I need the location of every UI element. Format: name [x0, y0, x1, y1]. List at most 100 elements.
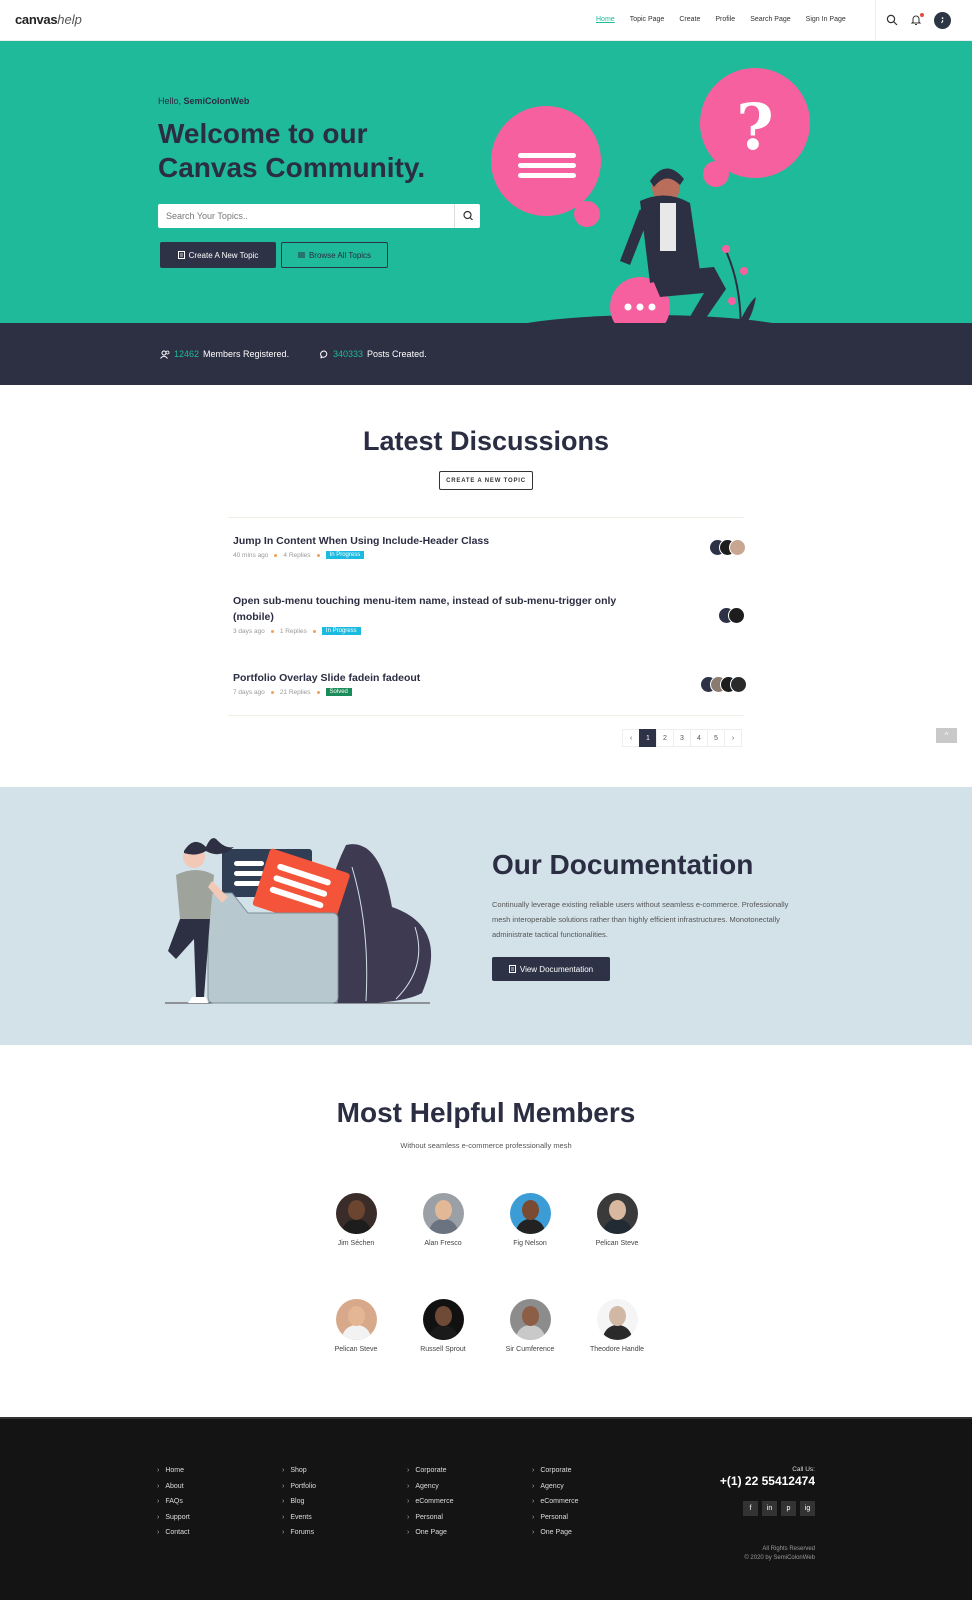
topic-title[interactable]: Jump In Content When Using Include-Heade… [233, 533, 653, 549]
create-topic-label: Create A New Topic [188, 250, 259, 260]
avatar[interactable] [335, 1299, 377, 1340]
nav-home[interactable]: Home [596, 16, 615, 23]
topic-title[interactable]: Open sub-menu touching menu-item name, i… [233, 593, 653, 625]
topic-item[interactable]: Open sub-menu touching menu-item name, i… [233, 593, 653, 635]
document-icon [508, 965, 516, 973]
topic-meta: 3 days ago 1 Replies In Progress [233, 627, 653, 635]
footer-link[interactable]: Corporate [532, 1463, 578, 1479]
member-card[interactable]: Jim Séchen [311, 1193, 401, 1247]
footer-link[interactable]: Shop [282, 1463, 316, 1479]
topic-item[interactable]: Portfolio Overlay Slide fadein fadeout 7… [233, 670, 653, 696]
footer-link[interactable]: Portfolio [282, 1479, 316, 1495]
member-name[interactable]: Sir Cumference [485, 1346, 575, 1353]
nav-profile[interactable]: Profile [715, 16, 735, 23]
avatar[interactable] [730, 676, 747, 693]
footer-link[interactable]: Home [157, 1463, 190, 1479]
browse-topics-button[interactable]: Browse All Topics [281, 242, 388, 268]
topic-meta: 7 days ago 21 Replies Solved [233, 688, 653, 696]
footer-link[interactable]: Support [157, 1510, 190, 1526]
discussions-title: Latest Discussions [362, 426, 610, 456]
footer-link[interactable]: One Page [532, 1525, 578, 1541]
members-count: 12462 [174, 349, 200, 359]
topic-item[interactable]: Jump In Content When Using Include-Heade… [233, 533, 653, 559]
member-name[interactable]: Pelican Steve [572, 1240, 662, 1247]
member-card[interactable]: Russell Sprout [398, 1299, 488, 1353]
nav-search-page[interactable]: Search Page [750, 16, 790, 23]
scroll-to-top-button[interactable]: ^ [936, 728, 957, 743]
create-new-topic-button[interactable]: CREATE A NEW TOPIC [439, 471, 533, 490]
paypal-icon[interactable]: p [781, 1501, 796, 1516]
member-name[interactable]: Theodore Handle [572, 1346, 662, 1353]
delicious-icon[interactable]: in [762, 1501, 777, 1516]
nav-topic-page[interactable]: Topic Page [630, 16, 665, 23]
avatar[interactable] [509, 1299, 551, 1340]
member-card[interactable]: Sir Cumference [485, 1299, 575, 1353]
avatar[interactable] [728, 607, 745, 624]
page-1[interactable]: 1 [639, 729, 657, 747]
nav-create[interactable]: Create [679, 16, 700, 23]
member-card[interactable]: Theodore Handle [572, 1299, 662, 1353]
member-card[interactable]: Pelican Steve [311, 1299, 401, 1353]
footer-link[interactable]: One Page [407, 1525, 453, 1541]
logo[interactable]: canvashelp [15, 12, 82, 27]
footer-link[interactable]: Forums [282, 1525, 316, 1541]
footer-link[interactable]: eCommerce [407, 1494, 453, 1510]
footer-link[interactable]: About [157, 1479, 190, 1495]
avatar[interactable] [335, 1193, 377, 1234]
footer-link[interactable]: Contact [157, 1525, 190, 1541]
footer-link[interactable]: Events [282, 1510, 316, 1526]
avatar[interactable] [596, 1193, 638, 1234]
posts-count: 340333 [333, 349, 364, 359]
search-icon[interactable] [886, 14, 898, 26]
member-name[interactable]: Jim Séchen [311, 1240, 401, 1247]
documentation-title: Our Documentation [492, 849, 754, 880]
site-footer: Home About FAQs Support Contact Shop Por… [0, 1417, 972, 1600]
search-input[interactable] [158, 204, 448, 228]
member-card[interactable]: Pelican Steve [572, 1193, 662, 1247]
avatar[interactable] [422, 1299, 464, 1340]
members-subtitle: Without seamless e-commerce professional… [400, 1141, 572, 1150]
avatar[interactable] [729, 539, 746, 556]
footer-link[interactable]: eCommerce [532, 1494, 578, 1510]
view-documentation-button[interactable]: View Documentation [492, 957, 610, 981]
create-topic-button[interactable]: Create A New Topic [160, 242, 276, 268]
page-2[interactable]: 2 [656, 729, 674, 747]
footer-link[interactable]: Agency [407, 1479, 453, 1495]
page-5[interactable]: 5 [707, 729, 725, 747]
member-name[interactable]: Russell Sprout [398, 1346, 488, 1353]
search-submit-button[interactable] [454, 204, 480, 228]
avatar[interactable] [596, 1299, 638, 1340]
member-card[interactable]: Fig Nelson [485, 1193, 575, 1247]
page-next[interactable]: › [724, 729, 742, 747]
phone-number[interactable]: +(1) 22 55412474 [720, 1474, 815, 1488]
footer-link[interactable]: Corporate [407, 1463, 453, 1479]
nav-sign-in-page[interactable]: Sign In Page [806, 16, 846, 23]
posts-stat: 340333 Posts Created. [320, 349, 427, 359]
main-nav: Home Topic Page Create Profile Search Pa… [596, 16, 846, 23]
copyright: All Rights Reserved © 2020 by SemiColonW… [744, 1545, 815, 1563]
member-name[interactable]: Pelican Steve [311, 1346, 401, 1353]
avatar[interactable] [422, 1193, 464, 1234]
avatar[interactable] [509, 1193, 551, 1234]
footer-link[interactable]: FAQs [157, 1494, 190, 1510]
instagram-icon[interactable]: ig [800, 1501, 815, 1516]
page-4[interactable]: 4 [690, 729, 708, 747]
topic-replies: 21 Replies [279, 688, 311, 696]
search-icon [463, 210, 473, 221]
browse-topics-label: Browse All Topics [308, 250, 372, 260]
members-label: Members Registered. [203, 349, 290, 359]
footer-link[interactable]: Agency [532, 1479, 578, 1495]
member-name[interactable]: Fig Nelson [485, 1240, 575, 1247]
facebook-icon[interactable]: f [743, 1501, 758, 1516]
topic-title[interactable]: Portfolio Overlay Slide fadein fadeout [233, 670, 653, 686]
footer-link[interactable]: Personal [532, 1510, 578, 1526]
member-card[interactable]: Alan Fresco [398, 1193, 488, 1247]
page-prev[interactable]: ‹ [622, 729, 640, 747]
status-badge: In Progress [325, 551, 365, 559]
hero-title: Welcome to our Canvas Community. [158, 118, 426, 183]
user-avatar[interactable]: ; [934, 12, 951, 29]
member-name[interactable]: Alan Fresco [398, 1240, 488, 1247]
page-3[interactable]: 3 [673, 729, 691, 747]
footer-link[interactable]: Personal [407, 1510, 453, 1526]
footer-link[interactable]: Blog [282, 1494, 316, 1510]
